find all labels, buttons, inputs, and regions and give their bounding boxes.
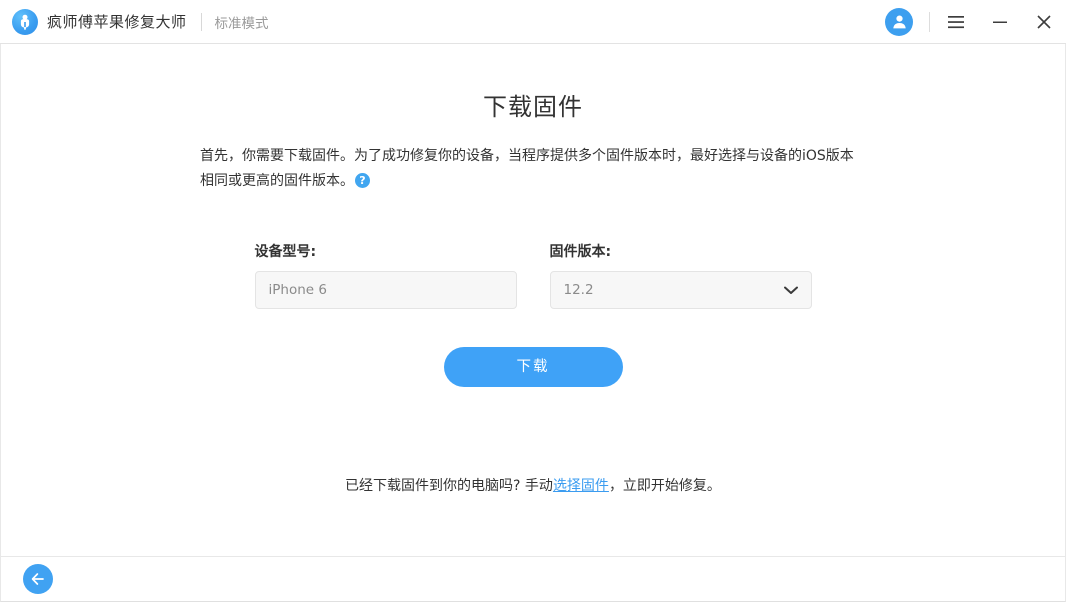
back-button[interactable] bbox=[23, 564, 53, 594]
download-button[interactable]: 下载 bbox=[443, 347, 623, 387]
download-button-wrap: 下载 bbox=[1, 309, 1065, 387]
minimize-icon[interactable] bbox=[978, 0, 1022, 44]
footer bbox=[0, 556, 1066, 602]
hamburger-menu-icon[interactable] bbox=[934, 0, 978, 44]
manual-suffix: ，立即开始修复。 bbox=[608, 478, 721, 494]
titlebar-divider bbox=[200, 12, 202, 31]
device-model-label: 设备型号: bbox=[254, 244, 317, 260]
firmware-version-label: 固件版本: bbox=[549, 244, 612, 260]
intro-text: 首先，你需要下载固件。为了成功修复你的设备，当程序提供多个固件版本时，最好选择与… bbox=[200, 148, 854, 189]
brand-name: 疯师傅苹果修复大师 bbox=[47, 13, 187, 31]
app-logo-icon bbox=[12, 8, 38, 35]
chevron-down-icon[interactable] bbox=[783, 286, 798, 295]
device-model-value: iPhone 6 bbox=[268, 282, 327, 298]
brand: 疯师傅苹果修复大师 bbox=[12, 8, 187, 35]
close-icon[interactable] bbox=[1022, 0, 1066, 44]
firmware-version-select[interactable]: 12.2 bbox=[549, 271, 812, 309]
arrow-left-icon bbox=[29, 571, 47, 587]
firmware-version-value: 12.2 bbox=[563, 282, 594, 298]
select-firmware-link[interactable]: 选择固件 bbox=[553, 478, 609, 494]
intro-paragraph: 首先，你需要下载固件。为了成功修复你的设备，当程序提供多个固件版本时，最好选择与… bbox=[200, 122, 866, 194]
page-title: 下载固件 bbox=[483, 93, 583, 121]
device-model-group: 设备型号: iPhone 6 bbox=[254, 241, 517, 309]
window-controls bbox=[885, 0, 1066, 43]
controls-divider bbox=[929, 11, 930, 32]
manual-prefix: 已经下载固件到你的电脑吗? 手动 bbox=[345, 478, 553, 494]
mode-label: 标准模式 bbox=[214, 15, 269, 32]
help-icon[interactable]: ? bbox=[355, 173, 370, 188]
form-row: 设备型号: iPhone 6 固件版本: 12.2 bbox=[254, 194, 812, 309]
manual-select-line: 已经下载固件到你的电脑吗? 手动选择固件，立即开始修复。 bbox=[1, 387, 1065, 495]
user-avatar-icon[interactable] bbox=[885, 7, 913, 36]
device-model-input[interactable]: iPhone 6 bbox=[254, 271, 517, 309]
app-window: 疯师傅苹果修复大师 标准模式 下载固件 首先，你需要下载固件。为了成功修复你的设… bbox=[0, 0, 1066, 602]
main-content: 下载固件 首先，你需要下载固件。为了成功修复你的设备，当程序提供多个固件版本时，… bbox=[0, 44, 1066, 556]
titlebar: 疯师傅苹果修复大师 标准模式 bbox=[0, 0, 1066, 44]
firmware-version-group: 固件版本: 12.2 bbox=[549, 241, 812, 309]
